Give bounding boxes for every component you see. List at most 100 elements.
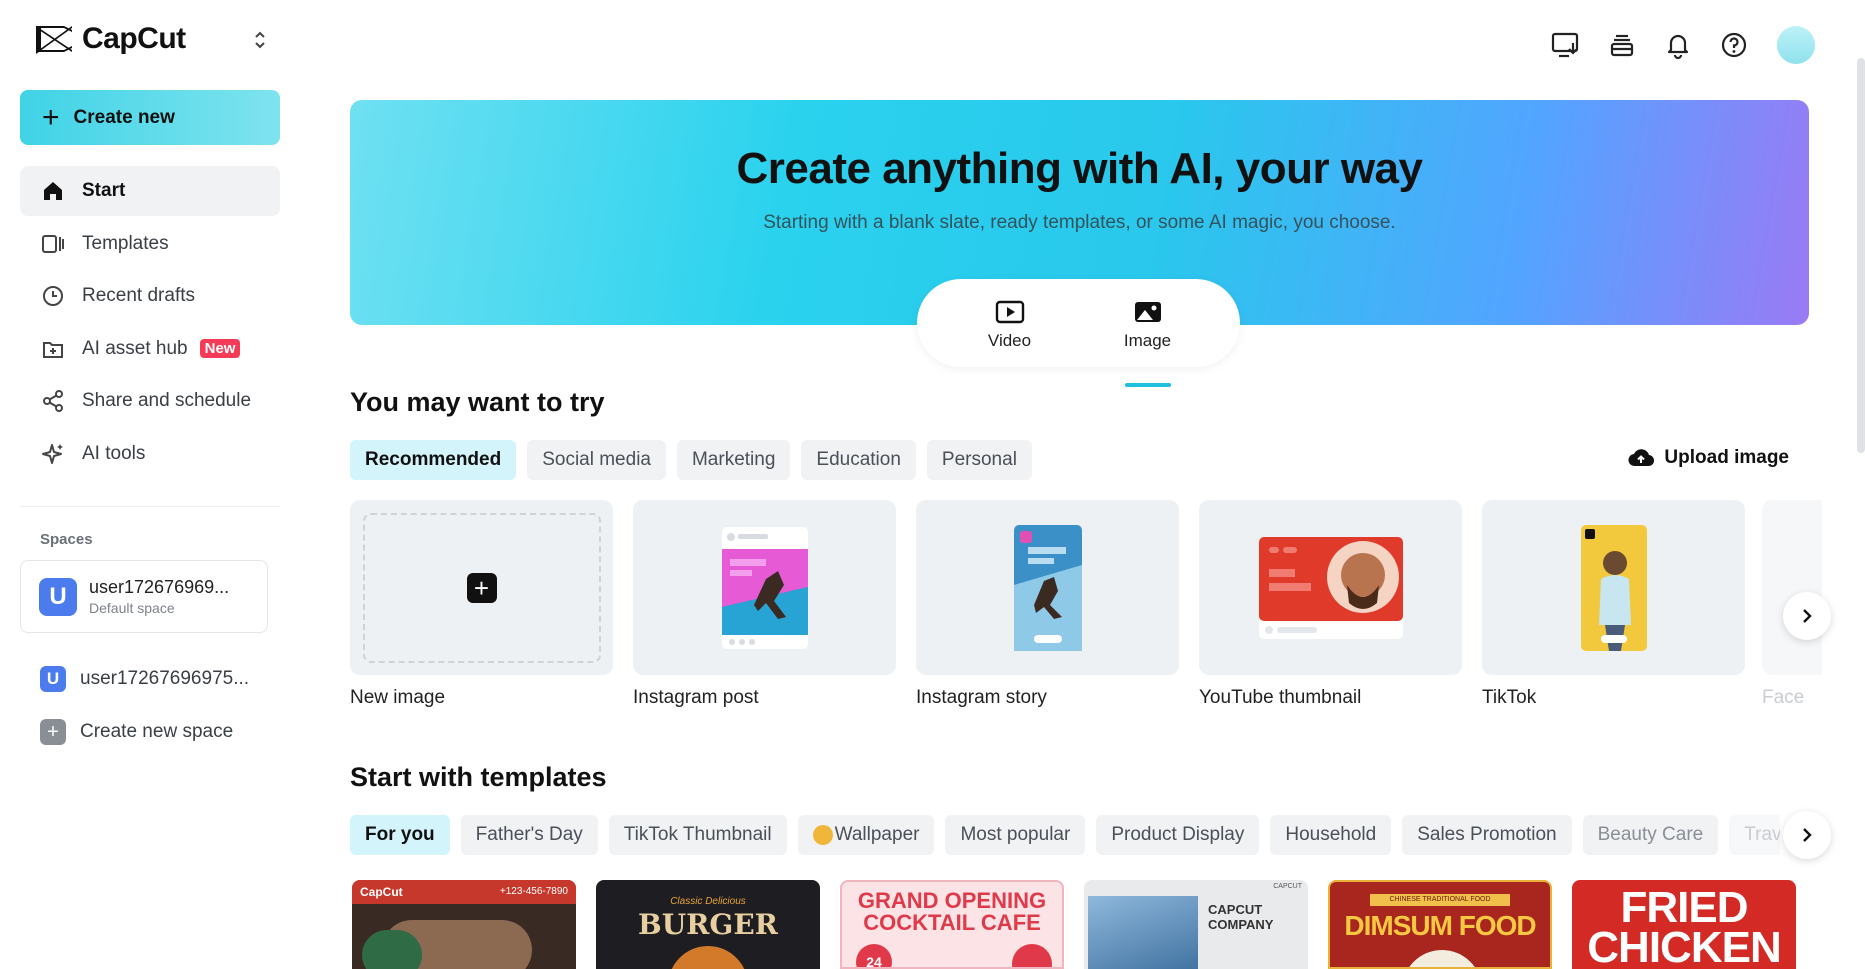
tab-label: Image [1123,331,1172,350]
card-thumbnail [633,500,896,675]
template-text: DIMSUM FOOD [1344,910,1536,941]
create-new-space-button[interactable]: + Create new space [40,719,233,745]
chip-travel[interactable]: Travel [1729,815,1780,855]
try-filter-chips: Recommended Social media Marketing Educa… [350,440,1032,480]
instagram-post-preview [721,526,808,649]
new-badge: New [199,339,241,358]
card-tiktok[interactable]: TikTok [1482,500,1745,709]
youtube-thumbnail-preview [1258,536,1403,639]
create-new-button[interactable]: + Create new [20,90,280,145]
chip-tiktok-thumbnail[interactable]: TikTok Thumbnail [608,815,787,855]
template-subtext: Classic Delicious [670,896,746,907]
sidebar-item-share-schedule[interactable]: Share and schedule [20,376,280,426]
try-section-title: You may want to try [350,387,605,417]
card-title: New image [350,687,446,708]
template-text: BURGER [638,908,778,941]
tab-image[interactable]: Image [1108,299,1188,387]
template-card[interactable]: CAPCUT COMPANY CAPCUT [1084,880,1308,969]
chevron-right-icon [1803,609,1812,623]
chip-fathers-day[interactable]: Father's Day [460,815,598,855]
brand-logo[interactable]: CapCut [34,22,186,56]
space-item[interactable]: U user17267696975... [40,666,249,692]
space-card-default[interactable]: U user172676969... Default space [20,560,268,633]
template-subtext: CHINESE TRADITIONAL FOOD [1370,894,1510,906]
video-icon [995,300,1024,324]
space-subtitle: Default space [89,600,175,616]
download-desktop-icon[interactable] [1549,28,1583,62]
tiktok-preview [1580,524,1647,651]
template-card[interactable]: FRIED CHICKEN [1572,880,1796,969]
share-icon [40,388,66,414]
chip-household[interactable]: Household [1270,815,1392,855]
template-subtext: CAPCUT [1273,883,1302,890]
capcut-app: CapCut + Create new Start Templates Rece… [0,0,1865,969]
card-new-image[interactable]: + New image [350,500,613,709]
bell-icon[interactable] [1661,28,1695,62]
page-scrollbar[interactable] [1857,58,1865,453]
cloud-upload-icon [1628,449,1655,467]
home-icon [40,178,66,204]
card-title: Instagram post [633,687,759,708]
card-thumbnail [1199,500,1462,675]
sidebar-item-label: Start [82,180,126,201]
template-subtext: 24 [856,944,892,967]
card-instagram-story[interactable]: Instagram story [916,500,1179,709]
template-card[interactable]: CHINESE TRADITIONAL FOOD DIMSUM FOOD [1328,880,1552,969]
chip-for-you[interactable]: For you [350,815,450,855]
palette-icon [812,825,833,845]
template-filter-chips: For you Father's Day TikTok Thumbnail Wa… [350,815,1780,855]
card-instagram-post[interactable]: Instagram post [633,500,896,709]
top-toolbar [1549,26,1815,64]
templates-icon [40,231,66,257]
sidebar-nav: Start Templates Recent drafts AI asset h… [20,166,280,481]
chip-marketing[interactable]: Marketing [676,440,791,480]
sparkle-icon [40,441,66,467]
chip-sales-promotion[interactable]: Sales Promotion [1402,815,1572,855]
sidebar-item-start[interactable]: Start [20,166,280,216]
workspace-switch-icon[interactable] [250,28,270,52]
sidebar-item-label: AI asset hub [82,337,188,359]
card-title: TikTok [1482,687,1537,708]
template-card[interactable]: CapCut +123-456-7890 [352,880,576,969]
image-icon [1134,302,1161,322]
space-item-label: user17267696975... [80,668,250,689]
help-icon[interactable] [1717,28,1751,62]
create-new-label: Create new [73,106,175,128]
brand-name: CapCut [82,22,186,55]
chip-social-media[interactable]: Social media [527,440,666,480]
chips-next-button[interactable] [1783,811,1831,859]
sidebar-item-ai-asset-hub[interactable]: AI asset hub New [20,324,280,374]
upload-image-label: Upload image [1664,447,1789,468]
sidebar-item-recent-drafts[interactable]: Recent drafts [20,271,280,321]
tab-video[interactable]: Video [970,299,1050,367]
user-avatar[interactable] [1777,26,1815,64]
chip-personal[interactable]: Personal [926,440,1032,480]
chip-education[interactable]: Education [801,440,916,480]
plus-icon: + [466,572,497,603]
chip-beauty-care[interactable]: Beauty Care [1582,815,1719,855]
chip-wallpaper[interactable]: Wallpaper [797,815,935,855]
upload-image-button[interactable]: Upload image [1628,447,1789,469]
clock-icon [40,283,66,309]
plus-icon: + [42,100,60,134]
card-thumbnail [1482,500,1745,675]
hero-subtitle: Starting with a blank slate, ready templ… [763,212,1396,233]
template-card[interactable]: Classic Delicious BURGER [596,880,820,969]
chip-most-popular[interactable]: Most popular [945,815,1086,855]
sidebar-divider [20,506,280,507]
cards-next-button[interactable] [1783,592,1831,640]
tab-label: Video [987,331,1032,350]
card-youtube-thumbnail[interactable]: YouTube thumbnail [1199,500,1462,709]
sidebar-item-templates[interactable]: Templates [20,219,280,269]
chip-product-display[interactable]: Product Display [1096,815,1260,855]
template-text: FRIED CHICKEN [1587,883,1781,969]
asset-hub-icon [40,336,66,362]
stack-icon[interactable] [1605,28,1639,62]
templates-section-title: Start with templates [350,762,607,792]
chip-recommended[interactable]: Recommended [350,440,517,480]
card-thumbnail: + [350,500,613,675]
template-card[interactable]: GRAND OPENING COCKTAIL CAFE 24 [840,880,1064,969]
sidebar-item-ai-tools[interactable]: AI tools [20,429,280,479]
card-thumbnail [916,500,1179,675]
sidebar-item-label: Share and schedule [82,390,252,411]
